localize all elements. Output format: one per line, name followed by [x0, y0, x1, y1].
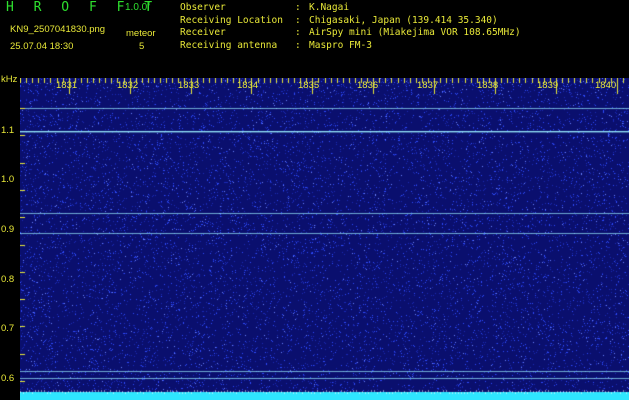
x-tick-label: 1832	[117, 80, 139, 91]
version-label: 1.0.0f	[125, 2, 151, 13]
x-tick-label: 1835	[298, 80, 320, 91]
info-label: Receiver	[180, 27, 226, 38]
x-tick-label: 1837	[417, 80, 439, 91]
info-value: Maspro FM-3	[309, 39, 372, 51]
info-separator: :	[295, 27, 301, 38]
x-tick-label: 1834	[237, 80, 259, 91]
info-row-receiver: Receiver : AirSpy mini (Miakejima VOR 10…	[180, 27, 521, 40]
info-panel: Observer : K.Nagai Receiving Location : …	[180, 2, 521, 52]
info-label: Receiving Location	[180, 14, 283, 26]
y-tick-label: 0.8	[1, 274, 15, 285]
datetime-label: 25.07.04 18:30	[10, 41, 74, 52]
y-tick-label: 0.7	[1, 323, 15, 334]
info-label: Observer	[180, 2, 226, 13]
info-row-observer: Observer : K.Nagai	[180, 2, 521, 15]
y-tick-label: 1.1	[1, 125, 15, 136]
x-tick-label: 1836	[357, 80, 379, 91]
info-value: AirSpy mini (Miakejima VOR 108.65MHz)	[309, 27, 521, 38]
x-tick-label: 1839	[537, 80, 559, 91]
meteor-label: meteor	[126, 28, 156, 39]
x-tick-label: 1833	[178, 80, 200, 91]
info-separator: :	[295, 2, 301, 13]
y-tick-label: 0.6	[1, 373, 15, 384]
y-tick-label: 0.9	[1, 224, 15, 235]
y-tick-label: 1.0	[1, 174, 15, 185]
info-row-location: Receiving Location : Chigasaki, Japan (1…	[180, 15, 521, 28]
x-tick-label: 1840	[595, 80, 617, 91]
filename-label: KN9_2507041830.png	[10, 24, 106, 35]
info-value: K.Nagai	[309, 2, 350, 13]
info-row-antenna: Receiving antenna : Maspro FM-3	[180, 40, 521, 53]
info-value: Chigasaki, Japan (139.414 35.340)	[309, 14, 498, 26]
meteor-count: 5	[139, 41, 145, 52]
x-tick-label: 1831	[56, 80, 78, 91]
spectrogram-canvas	[20, 78, 629, 400]
info-separator: :	[295, 39, 301, 51]
info-label: Receiving antenna	[180, 39, 278, 51]
info-separator: :	[295, 14, 301, 26]
y-axis-unit: kHz	[1, 74, 18, 85]
x-tick-label: 1838	[477, 80, 499, 91]
spectrogram-plot	[20, 78, 629, 400]
